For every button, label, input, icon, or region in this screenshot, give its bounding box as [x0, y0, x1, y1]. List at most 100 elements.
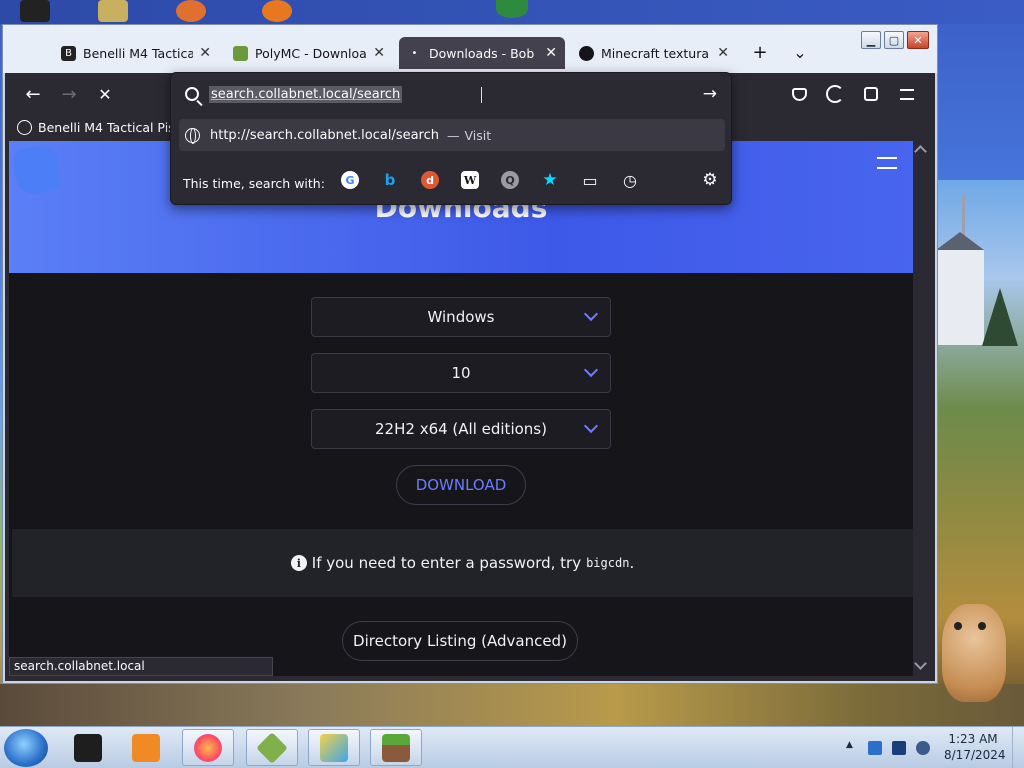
url-input[interactable]: search.collabnet.local/search → [179, 79, 725, 109]
show-desktop-button[interactable] [1012, 727, 1024, 768]
notice-period: . [629, 554, 635, 572]
terminal-icon [74, 733, 102, 762]
taskbar: ▲ 1:23 AM 8/17/2024 [0, 726, 1024, 768]
taskbar-app-polymc[interactable] [246, 729, 298, 766]
tab-downloads[interactable]: • Downloads - Bob Pon ✕ [399, 37, 565, 69]
go-arrow-icon[interactable]: → [703, 84, 717, 104]
page-scrollbar[interactable] [913, 141, 929, 676]
benelli-favicon: B [61, 45, 76, 61]
tabs-icon[interactable]: ▭ [581, 171, 599, 190]
clock-date: 8/17/2024 [944, 748, 1006, 762]
duckduckgo-icon[interactable]: d [421, 171, 439, 189]
search-engine-icon[interactable]: Q [501, 171, 519, 189]
notice-text: If you need to enter a password, try [311, 554, 582, 572]
tab-benelli[interactable]: B Benelli M4 Tactical Pi ✕ [53, 37, 219, 69]
history-icon[interactable]: ◷ [621, 171, 639, 190]
globe-icon [17, 119, 32, 135]
minimize-button[interactable]: ▁ [861, 31, 881, 49]
search-icon [185, 87, 199, 101]
tab-title: Benelli M4 Tactical Pi [83, 45, 194, 61]
volume-icon[interactable] [916, 741, 930, 755]
suggestion-url: http://search.collabnet.local/search [210, 127, 440, 143]
tray-arrow-icon[interactable]: ▲ [846, 740, 853, 750]
scroll-up-icon[interactable] [914, 145, 927, 158]
menu-icon[interactable] [893, 81, 921, 107]
directory-listing-button[interactable]: Directory Listing (Advanced) [342, 621, 578, 661]
extensions-icon[interactable] [857, 81, 885, 107]
display-icon[interactable] [892, 741, 906, 755]
desktop-icon[interactable] [176, 0, 206, 22]
os-select[interactable]: Windows [311, 297, 611, 337]
urlbar-dropdown: search.collabnet.local/search → http://s… [170, 72, 732, 205]
firefox-account-icon[interactable] [821, 81, 849, 107]
close-tab-icon[interactable]: ✕ [199, 45, 211, 61]
chevron-down-icon [583, 362, 599, 378]
pocket-icon[interactable] [785, 81, 813, 107]
desktop-icon[interactable] [98, 0, 128, 22]
close-window-button[interactable]: ✕ [907, 31, 929, 49]
new-tab-button[interactable]: + [747, 39, 773, 65]
taskbar-app-media-player[interactable] [120, 729, 172, 766]
stop-button[interactable]: ✕ [91, 81, 119, 107]
bookmark-item[interactable]: Benelli M4 Tactical Pis... [38, 120, 187, 135]
taskbar-app-minecraft[interactable] [370, 729, 422, 766]
maximize-button[interactable]: ▢ [884, 31, 904, 49]
forward-button[interactable]: → [55, 81, 83, 107]
tab-bar: B Benelli M4 Tactical Pi ✕ PolyMC - Down… [3, 25, 937, 73]
back-button[interactable]: ← [19, 81, 47, 107]
page-content: Downloads Windows 10 22H2 x64 (All editi… [9, 141, 913, 676]
wallpaper-lighthouse [936, 232, 984, 345]
text-cursor-icon [481, 87, 483, 103]
download-button[interactable]: DOWNLOAD [396, 465, 526, 505]
wallpaper-rocks [0, 684, 1024, 726]
chevron-down-icon [583, 306, 599, 322]
bookmarks-star-icon[interactable]: ★ [541, 170, 559, 190]
tab-minecraft[interactable]: Minecraft textura por ✕ [571, 37, 737, 69]
tab-title: PolyMC - Download P [255, 45, 367, 61]
tab-title: Minecraft textura por [601, 45, 711, 61]
start-button[interactable] [4, 729, 48, 767]
google-icon[interactable]: G [341, 171, 359, 189]
site-logo[interactable] [11, 143, 63, 197]
bing-icon[interactable]: b [381, 171, 399, 189]
tab-polymc[interactable]: PolyMC - Download P ✕ [225, 37, 393, 69]
desktop-icon[interactable] [496, 0, 528, 18]
taskbar-clock[interactable]: 1:23 AM 8/17/2024 [944, 731, 1006, 763]
desktop-icon[interactable] [262, 0, 292, 22]
loading-dot-icon: • [411, 47, 418, 59]
minecraft-icon [382, 733, 410, 762]
polymc-favicon [233, 45, 248, 61]
taskbar-app-terminal[interactable] [62, 729, 114, 766]
version-select[interactable]: 10 [311, 353, 611, 393]
installer-icon [320, 733, 348, 762]
suggestion-separator: — [447, 127, 460, 143]
chevron-down-icon [583, 418, 599, 434]
desktop-icon[interactable] [20, 0, 50, 22]
tab-list-button[interactable]: ⌄ [787, 39, 813, 65]
firefox-icon [194, 733, 222, 762]
scroll-down-icon[interactable] [914, 657, 927, 670]
tab-title: Downloads - Bob Pon [429, 45, 539, 61]
password-notice: i If you need to enter a password, try b… [12, 529, 913, 597]
polymc-icon [256, 731, 288, 764]
close-tab-icon[interactable]: ✕ [545, 45, 557, 61]
edition-select[interactable]: 22H2 x64 (All editions) [311, 409, 611, 449]
taskbar-app-firefox[interactable] [182, 729, 234, 766]
site-menu-icon[interactable] [877, 157, 897, 169]
url-input-value[interactable]: search.collabnet.local/search [209, 85, 403, 103]
status-bar-url: search.collabnet.local [9, 657, 273, 676]
taskbar-app-installer[interactable] [308, 729, 360, 766]
url-suggestion[interactable]: http://search.collabnet.local/search — V… [179, 119, 725, 151]
wikipedia-icon[interactable]: W [461, 171, 479, 189]
hamster-desktop-pet[interactable] [942, 604, 1006, 702]
search-with-label: This time, search with: [183, 175, 325, 191]
close-tab-icon[interactable]: ✕ [373, 45, 385, 61]
clock-time: 1:23 AM [948, 732, 998, 746]
network-icon[interactable] [868, 741, 882, 755]
notice-password-code: bigcdn [586, 556, 630, 570]
close-tab-icon[interactable]: ✕ [717, 45, 729, 61]
version-select-value: 10 [451, 364, 471, 382]
os-select-value: Windows [427, 308, 495, 326]
minecraft-favicon [579, 45, 594, 61]
settings-gear-icon[interactable]: ⚙ [701, 170, 719, 190]
